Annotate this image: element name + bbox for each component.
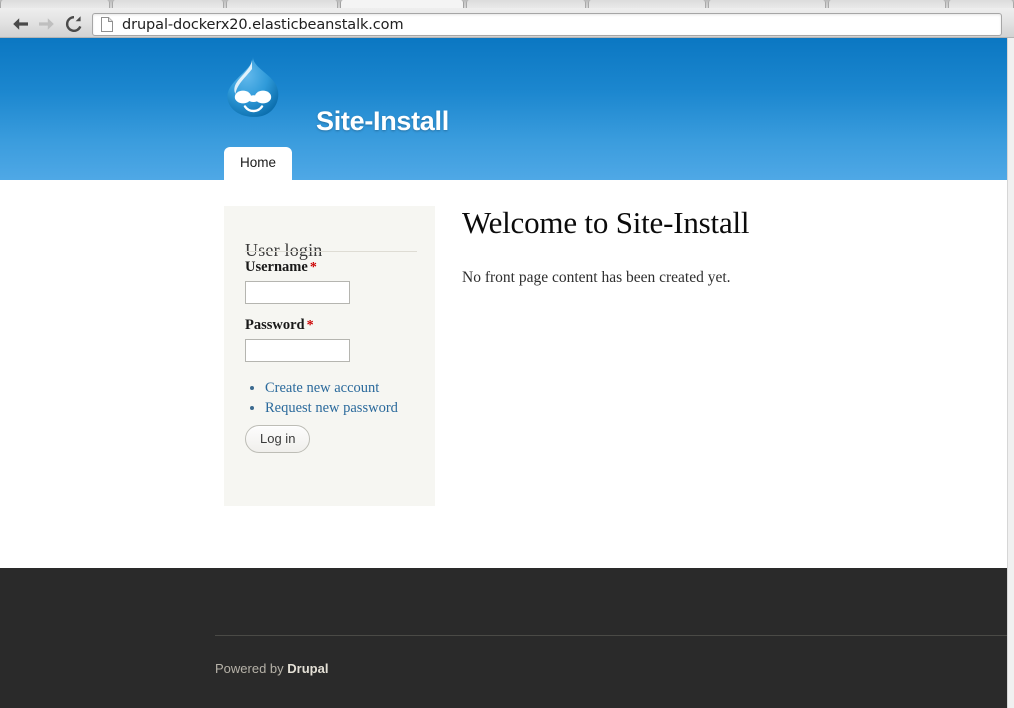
sidebar-user-login-block: User login Username* Password* Create ne… [224, 206, 435, 506]
browser-tab[interactable] [708, 0, 826, 8]
username-form-item: Username * [245, 258, 350, 304]
block-title-divider [245, 251, 417, 252]
powered-by-text: Powered by Drupal [215, 661, 328, 676]
powered-by-prefix: Powered by [215, 661, 288, 676]
password-required-marker: * [306, 318, 314, 333]
content-region: Welcome to Site-Install No front page co… [462, 205, 982, 287]
address-bar[interactable]: drupal-dockerx20.elasticbeanstalk.com [92, 13, 1002, 36]
drupal-link[interactable]: Drupal [287, 661, 328, 676]
browser-tab-active[interactable] [340, 0, 464, 8]
create-new-account-link[interactable]: Create new account [265, 380, 379, 396]
list-item: Request new password [265, 398, 398, 418]
username-label-text: Username [245, 259, 308, 275]
drupal-droplet-logo[interactable] [222, 56, 284, 118]
browser-tab[interactable] [0, 0, 110, 8]
password-label: Password * [245, 317, 314, 333]
browser-chrome: drupal-dockerx20.elasticbeanstalk.com [0, 0, 1014, 38]
footer-divider [215, 635, 1007, 636]
site-name[interactable]: Site-Install [316, 108, 449, 135]
browser-tab[interactable] [828, 0, 946, 8]
page-icon [101, 17, 113, 32]
password-input[interactable] [245, 339, 350, 362]
site-footer: Powered by Drupal [0, 568, 1007, 708]
request-new-password-link[interactable]: Request new password [265, 400, 398, 416]
browser-tab[interactable] [948, 0, 1014, 8]
url-text: drupal-dockerx20.elasticbeanstalk.com [122, 16, 404, 33]
main-menu: Home [224, 147, 293, 180]
forward-arrow-icon[interactable] [34, 14, 58, 34]
username-required-marker: * [309, 260, 317, 275]
browser-toolbar: drupal-dockerx20.elasticbeanstalk.com [0, 8, 1014, 38]
browser-tab[interactable] [226, 0, 338, 8]
back-arrow-icon[interactable] [8, 14, 32, 34]
page-title: Welcome to Site-Install [462, 205, 750, 240]
browser-tab[interactable] [112, 0, 224, 8]
username-label: Username * [245, 259, 317, 275]
password-label-text: Password [245, 317, 305, 333]
password-form-item: Password * [245, 316, 350, 362]
user-login-links: Create new account Request new password [245, 378, 398, 418]
page-body: User login Username* Password* Create ne… [0, 180, 1007, 568]
tab-strip[interactable] [0, 0, 1014, 8]
browser-tab[interactable] [466, 0, 586, 8]
list-item: Create new account [265, 378, 398, 398]
browser-window: drupal-dockerx20.elasticbeanstalk.com Si… [0, 0, 1014, 708]
vertical-scrollbar[interactable] [1007, 38, 1014, 708]
main-menu-item-home[interactable]: Home [224, 147, 293, 180]
browser-tab[interactable] [588, 0, 706, 8]
username-input[interactable] [245, 281, 350, 304]
reload-icon[interactable] [62, 14, 86, 34]
content-body-text: No front page content has been created y… [462, 269, 731, 287]
log-in-button[interactable]: Log in [245, 425, 311, 453]
site-header: Site-Install Home [0, 38, 1007, 180]
